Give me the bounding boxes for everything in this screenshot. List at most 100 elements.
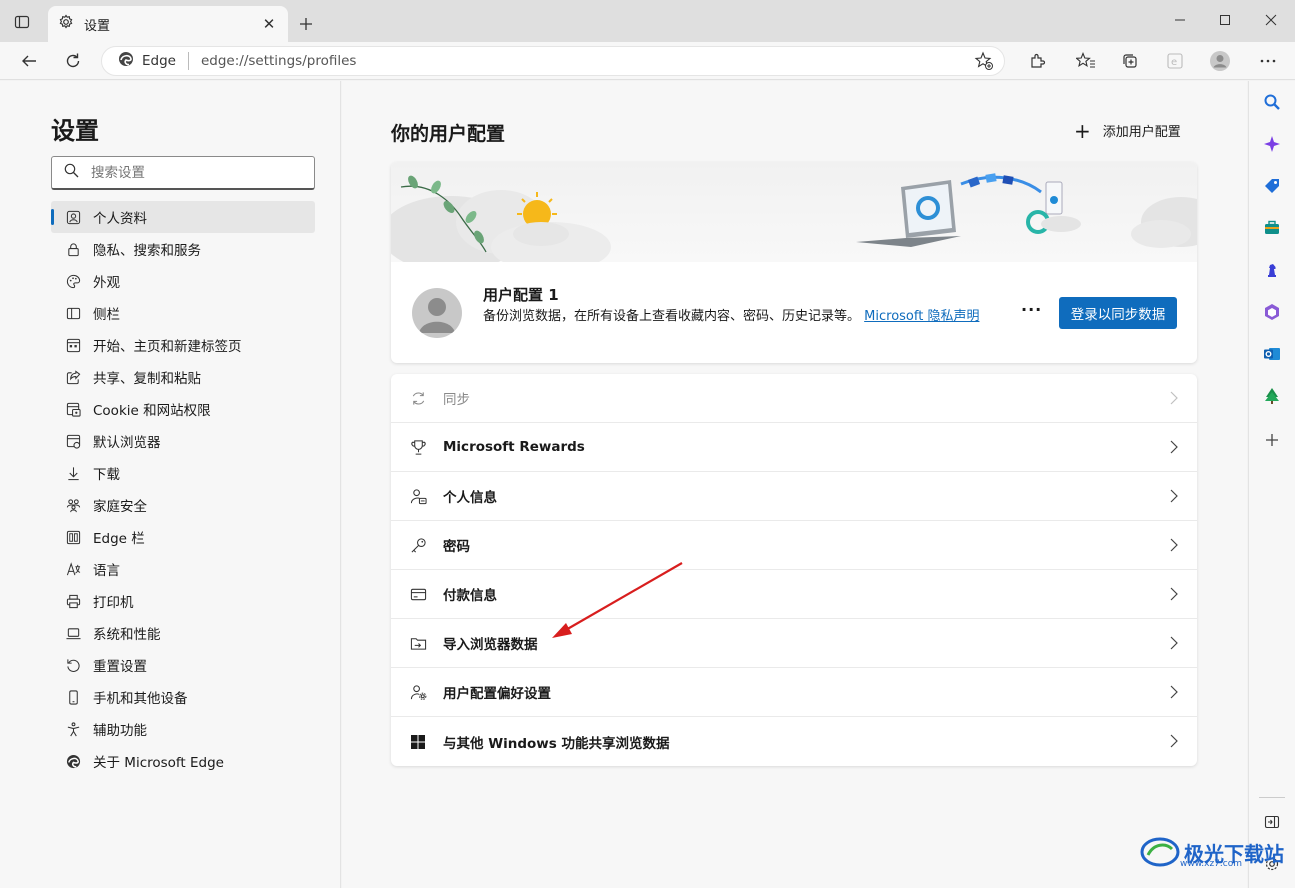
import-icon <box>409 634 427 652</box>
outlook-icon[interactable] <box>1260 342 1284 366</box>
chevron-right-icon <box>1169 488 1179 508</box>
sidebar-item[interactable]: Edge 栏 <box>51 521 315 553</box>
more-menu-icon[interactable] <box>1253 47 1283 75</box>
sidebar-item[interactable]: 打印机 <box>51 585 315 617</box>
profile-description-text: 备份浏览数据，在所有设备上查看收藏内容、密码、历史记录等。 <box>483 309 861 324</box>
sidebar-item[interactable]: 隐私、搜索和服务 <box>51 233 315 265</box>
profile-more-button[interactable]: ··· <box>1021 300 1042 319</box>
lock-icon <box>65 241 81 257</box>
family-icon <box>65 497 81 513</box>
settings-row[interactable]: 导入浏览器数据 <box>391 619 1197 668</box>
settings-row[interactable]: 密码 <box>391 521 1197 570</box>
sidebar-item[interactable]: 开始、主页和新建标签页 <box>51 329 315 361</box>
gear-icon <box>58 14 74 34</box>
profile-card: 用户配置 1 备份浏览数据，在所有设备上查看收藏内容、密码、历史记录等。 Mic… <box>391 162 1197 363</box>
collections-icon[interactable] <box>1115 47 1145 75</box>
maximize-button[interactable] <box>1202 0 1248 40</box>
add-profile-button[interactable]: + 添加用户配置 <box>1074 121 1181 141</box>
settings-row[interactable]: 与其他 Windows 功能共享浏览数据 <box>391 717 1197 766</box>
shopping-tag-icon[interactable] <box>1260 174 1284 198</box>
search-icon <box>64 163 79 182</box>
back-button[interactable] <box>14 47 44 75</box>
edge-logo-icon <box>65 753 81 769</box>
games-chess-icon[interactable] <box>1260 258 1284 282</box>
accessibility-icon <box>65 721 81 737</box>
new-tab-button[interactable] <box>294 12 318 36</box>
settings-row-label: 与其他 Windows 功能共享浏览数据 <box>443 735 670 752</box>
profile-row: 用户配置 1 备份浏览数据，在所有设备上查看收藏内容、密码、历史记录等。 Mic… <box>391 262 1197 363</box>
sidebar-item[interactable]: 关于 Microsoft Edge <box>51 745 315 777</box>
sidebar-item[interactable]: 侧栏 <box>51 297 315 329</box>
drop-tree-icon[interactable] <box>1260 384 1284 408</box>
close-tab-icon[interactable]: ✕ <box>260 15 278 33</box>
profile-description: 备份浏览数据，在所有设备上查看收藏内容、密码、历史记录等。 Microsoft … <box>483 307 1003 326</box>
sidebar-item[interactable]: 系统和性能 <box>51 617 315 649</box>
sidebar-item-label: 手机和其他设备 <box>93 691 188 707</box>
settings-row[interactable]: 付款信息 <box>391 570 1197 619</box>
profile-avatar-icon[interactable] <box>1205 47 1235 75</box>
windows-icon <box>409 733 427 751</box>
url-text[interactable]: edge://settings/profiles <box>201 53 356 69</box>
sidebar-item[interactable]: 手机和其他设备 <box>51 681 315 713</box>
add-favorite-icon[interactable] <box>974 51 994 75</box>
edge-sidebar <box>1248 81 1295 888</box>
sidebar-item[interactable]: 下载 <box>51 457 315 489</box>
printer-icon <box>65 593 81 609</box>
palette-icon <box>65 273 81 289</box>
sign-in-sync-button[interactable]: 登录以同步数据 <box>1059 297 1177 329</box>
tab-settings[interactable]: 设置 ✕ <box>48 6 288 42</box>
add-sidebar-app-icon[interactable] <box>1260 428 1284 452</box>
sidebar-item-label: 系统和性能 <box>93 627 161 643</box>
sidebar-item[interactable]: 重置设置 <box>51 649 315 681</box>
settings-row[interactable]: 同步 <box>391 374 1197 423</box>
sidebar-item[interactable]: 辅助功能 <box>51 713 315 745</box>
sidebar-item[interactable]: 外观 <box>51 265 315 297</box>
sidebar-icon <box>65 305 81 321</box>
settings-row-label: Microsoft Rewards <box>443 439 585 455</box>
chevron-right-icon <box>1169 390 1179 410</box>
settings-sidebar: 设置 个人资料隐私、搜索和服务外观侧栏开始、主页和新建标签页共享、复制和粘贴 Co… <box>0 81 341 888</box>
watermark-logo: 极光下载站 www.xz7.com <box>1140 835 1284 869</box>
sidebar-item-label: 辅助功能 <box>93 723 147 739</box>
microsoft365-icon[interactable] <box>1260 300 1284 324</box>
profile-icon <box>65 209 81 225</box>
sidebar-item-label: 重置设置 <box>93 659 147 675</box>
sidebar-item[interactable]: 个人资料 <box>51 201 315 233</box>
profile-name: 用户配置 1 <box>483 286 559 304</box>
sidebar-item-label: 个人资料 <box>93 211 147 227</box>
address-bar[interactable]: Edge edge://settings/profiles <box>101 46 1005 76</box>
search-input[interactable] <box>91 164 291 181</box>
search-sidebar-icon[interactable] <box>1260 90 1284 114</box>
privacy-link[interactable]: Microsoft 隐私声明 <box>864 309 979 324</box>
profile-settings-list: 同步 Microsoft Rewards 个人信息密码付款信息导入浏览器数据用户配置… <box>391 374 1197 766</box>
minimize-button[interactable] <box>1157 0 1203 40</box>
settings-row[interactable]: Microsoft Rewards <box>391 423 1197 472</box>
sidebar-item[interactable]: 语言 <box>51 553 315 585</box>
refresh-button[interactable] <box>58 47 88 75</box>
settings-row-label: 密码 <box>443 539 470 555</box>
sidebar-item[interactable]: 默认浏览器 <box>51 425 315 457</box>
hide-sidebar-icon[interactable] <box>1260 810 1284 834</box>
copilot-sparkle-icon[interactable] <box>1260 132 1284 156</box>
sidebar-item[interactable]: 共享、复制和粘贴 <box>51 361 315 393</box>
favorites-icon[interactable] <box>1071 47 1101 75</box>
extensions-icon[interactable] <box>1022 47 1052 75</box>
sidebar-item[interactable]: Cookie 和网站权限 <box>51 393 315 425</box>
edge-logo-icon <box>118 51 134 71</box>
close-window-button[interactable] <box>1248 0 1294 40</box>
sidebar-item[interactable]: 家庭安全 <box>51 489 315 521</box>
settings-row[interactable]: 用户配置偏好设置 <box>391 668 1197 717</box>
sidebar-item-label: 开始、主页和新建标签页 <box>93 339 242 355</box>
person-info-icon <box>409 487 427 505</box>
chevron-right-icon <box>1169 586 1179 606</box>
tab-actions-icon[interactable] <box>10 10 34 34</box>
ie-mode-icon[interactable]: e <box>1160 47 1190 75</box>
watermark-sub: www.xz7.com <box>1180 859 1242 869</box>
chevron-right-icon <box>1169 537 1179 557</box>
settings-row[interactable]: 个人信息 <box>391 472 1197 521</box>
settings-row-label: 付款信息 <box>443 588 497 604</box>
settings-row-label: 导入浏览器数据 <box>443 637 538 653</box>
tools-briefcase-icon[interactable] <box>1260 216 1284 240</box>
profile-prefs-icon <box>409 683 427 701</box>
search-settings[interactable] <box>51 156 315 190</box>
